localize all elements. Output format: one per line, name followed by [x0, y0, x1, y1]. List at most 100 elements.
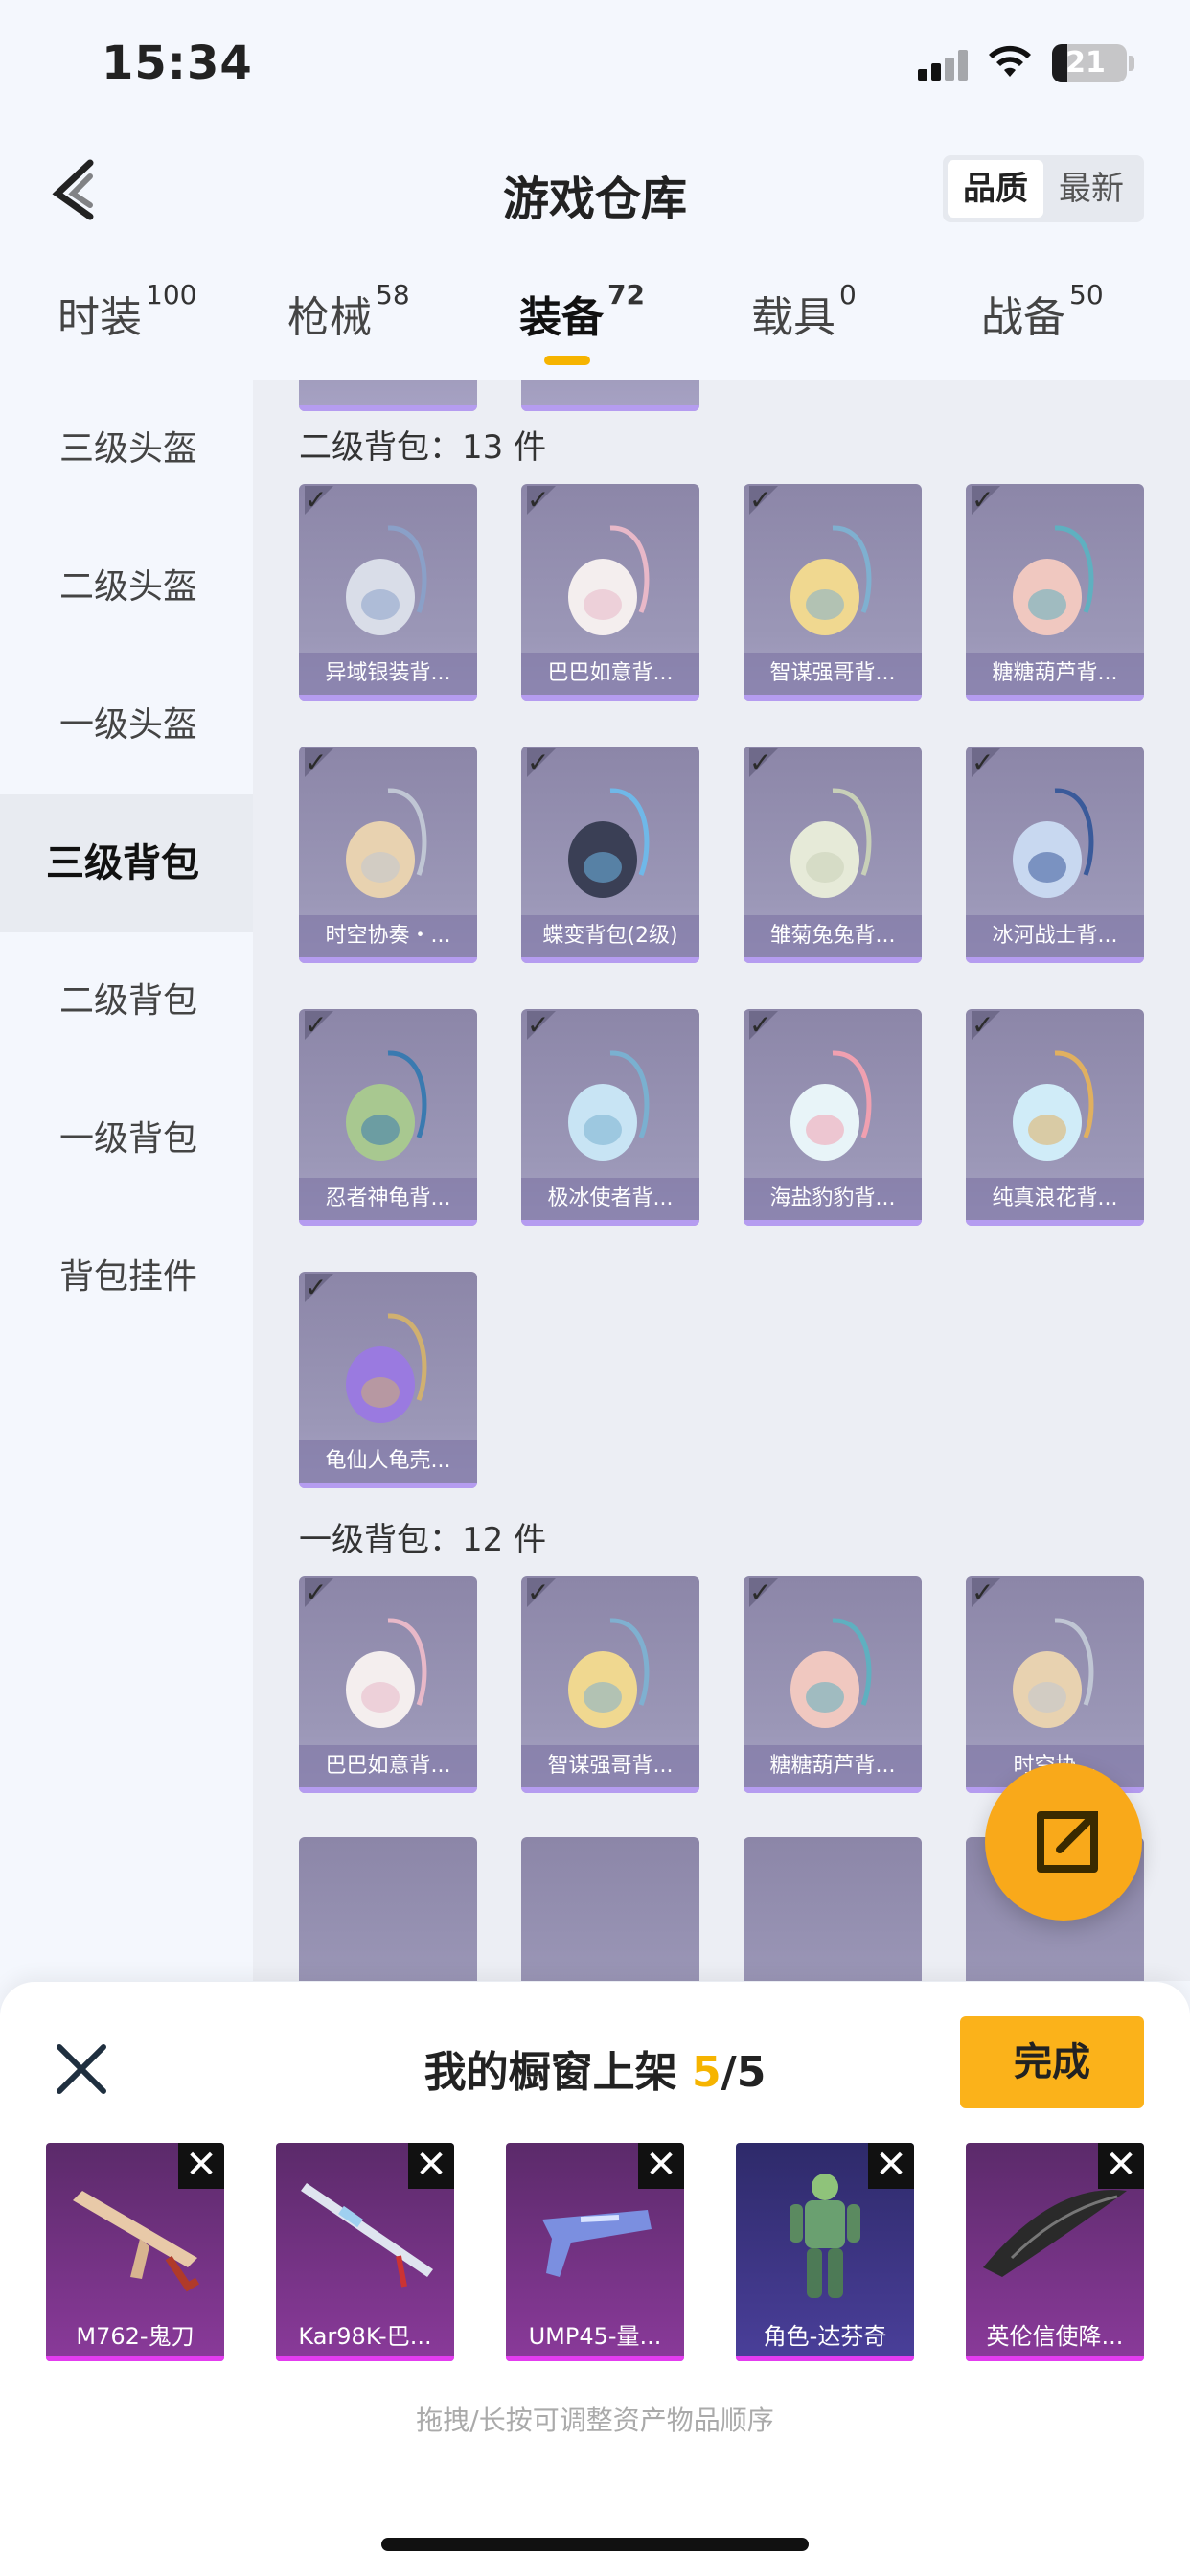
checkmark-icon: ✓	[527, 748, 556, 777]
tab-count: 100	[146, 279, 197, 310]
sort-option-newest[interactable]: 最新	[1043, 160, 1139, 218]
checkmark-icon: ✓	[527, 1011, 556, 1040]
item-card[interactable]: ✓ 巴巴如意背...	[299, 1576, 477, 1793]
item-card[interactable]: ✓ 时空协奏・...	[299, 747, 477, 963]
showcase-item-label: 英伦信使降...	[966, 2313, 1144, 2361]
checkmark-icon: ✓	[972, 748, 1000, 777]
backpack-icon	[346, 1618, 427, 1728]
share-icon	[1037, 1811, 1098, 1873]
item-name: 糖糖葫芦背...	[744, 1745, 922, 1787]
checkmark-icon: ✓	[527, 486, 556, 515]
item-card[interactable]: ✓ 雏菊兔兔背...	[744, 747, 922, 963]
item-card[interactable]: ✓ 龟仙人龟壳...	[299, 1272, 477, 1488]
item-card[interactable]: ✓ 异域银装背...	[299, 484, 477, 701]
showcase-item-label: M762-鬼刀	[46, 2313, 224, 2361]
remove-icon[interactable]: ✕	[178, 2143, 224, 2189]
rarity-bar	[299, 1483, 477, 1488]
rarity-bar	[299, 405, 477, 411]
tab-fashion[interactable]: 时装 100	[57, 279, 196, 344]
backpack-icon	[568, 1050, 650, 1161]
item-card[interactable]: ✓ 极冰使者背...	[521, 1009, 699, 1226]
battery-level: 21	[1065, 46, 1106, 80]
share-button[interactable]	[985, 1763, 1142, 1920]
rarity-bar	[521, 695, 699, 701]
item-grid-area[interactable]: 二级背包：13 件 ✓ 异域银装背... ✓ 巴巴如意背... ✓ 智谋强哥背... ✓ 糖糖…	[253, 380, 1190, 1981]
tab-count: 72	[607, 279, 645, 310]
item-card[interactable]: ✓时空协...	[966, 1576, 1144, 1793]
checkmark-icon: ✓	[305, 748, 333, 777]
item-card[interactable]: ✓ 糖糖葫芦背...	[744, 1576, 922, 1793]
showcase-item[interactable]: ✕ M762-鬼刀	[46, 2143, 224, 2361]
rarity-bar	[744, 957, 922, 963]
tab-supplies[interactable]: 战备 50	[981, 279, 1104, 344]
sidebar-item-backpack-1[interactable]: 一级背包	[0, 1070, 253, 1208]
item-card[interactable]: ✓ 智谋强哥背...	[521, 1576, 699, 1793]
rarity-bar	[299, 957, 477, 963]
tab-label: 时装	[57, 293, 142, 342]
tab-vehicles[interactable]: 载具 0	[751, 279, 857, 344]
checkmark-icon: ✓	[749, 748, 778, 777]
remove-icon[interactable]: ✕	[638, 2143, 684, 2189]
sidebar-item-backpack-2[interactable]: 二级背包	[0, 932, 253, 1070]
done-button[interactable]: 完成	[960, 2016, 1144, 2108]
item-card[interactable]	[299, 1837, 477, 1981]
item-card[interactable]	[521, 1837, 699, 1981]
item-name: 冰河战士背...	[966, 915, 1144, 957]
item-card[interactable]: ✓ 纯真浪花背...	[966, 1009, 1144, 1226]
sidebar-item-helmet-2[interactable]: 二级头盔	[0, 518, 253, 656]
backpack-icon	[568, 788, 650, 898]
remove-icon[interactable]: ✕	[868, 2143, 914, 2189]
item-card[interactable]: ✓ 巴巴如意背...	[521, 484, 699, 701]
item-name: 海盐豹豹背...	[744, 1178, 922, 1220]
showcase-count: 5	[692, 2048, 721, 2097]
sidebar-item-backpack-charm[interactable]: 背包挂件	[0, 1208, 253, 1346]
checkmark-icon: ✓	[305, 1011, 333, 1040]
tab-equipment[interactable]: 装备 72	[519, 279, 645, 344]
rarity-bar	[744, 1787, 922, 1793]
sidebar-item-helmet-1[interactable]: 一级头盔	[0, 656, 253, 794]
section-title-backpack-1: 一级背包：12 件	[299, 1521, 547, 1559]
navigation-header: 游戏仓库 品质 最新	[0, 144, 1190, 240]
rarity-bar	[966, 957, 1144, 963]
checkmark-icon: ✓	[972, 486, 1000, 515]
item-card[interactable]	[744, 1837, 922, 1981]
tab-weapons[interactable]: 枪械 58	[287, 279, 410, 344]
subcategory-sidebar: 三级头盔 二级头盔 一级头盔 三级背包 二级背包 一级背包 背包挂件	[0, 380, 253, 1981]
item-name: 龟仙人龟壳...	[299, 1440, 477, 1483]
item-card[interactable]: ✓ 忍者神龟背...	[299, 1009, 477, 1226]
item-card[interactable]: ✓ 冰河战士背...	[966, 747, 1144, 963]
tab-count: 0	[839, 279, 857, 310]
showcase-item[interactable]: ✕ Kar98K-巴...	[276, 2143, 454, 2361]
showcase-item[interactable]: ✕ UMP45-量...	[506, 2143, 684, 2361]
rarity-bar	[744, 1220, 922, 1226]
item-name: 巴巴如意背...	[299, 1745, 477, 1787]
remove-icon[interactable]: ✕	[1098, 2143, 1144, 2189]
showcase-item[interactable]: ✕ 英伦信使降...	[966, 2143, 1144, 2361]
backpack-icon	[568, 525, 650, 635]
showcase-total: /5	[721, 2048, 767, 2097]
item-card[interactable]	[521, 380, 699, 411]
item-name: 忍者神龟背...	[299, 1178, 477, 1220]
checkmark-icon: ✓	[972, 1578, 1000, 1607]
item-card[interactable]: ✓ 蝶变背包(2级)	[521, 747, 699, 963]
backpack-icon	[346, 1050, 427, 1161]
sidebar-item-helmet-3[interactable]: 三级头盔	[0, 380, 253, 518]
item-card[interactable]: ✓ 海盐豹豹背...	[744, 1009, 922, 1226]
section-title-backpack-2: 二级背包：13 件	[299, 428, 547, 467]
item-card[interactable]: ✓ 智谋强哥背...	[744, 484, 922, 701]
wifi-icon	[989, 45, 1031, 77]
backpack-icon	[346, 1313, 427, 1423]
item-card[interactable]	[299, 380, 477, 411]
backpack-icon	[790, 1618, 872, 1728]
sidebar-item-backpack-3[interactable]: 三级背包	[0, 794, 253, 932]
item-card[interactable]: ✓ 糖糖葫芦背...	[966, 484, 1144, 701]
item-name: 极冰使者背...	[521, 1178, 699, 1220]
backpack-icon	[1013, 788, 1094, 898]
showcase-item-label: 角色-达芬奇	[736, 2313, 914, 2361]
showcase-item[interactable]: ✕ 角色-达芬奇	[736, 2143, 914, 2361]
showcase-sheet: 我的橱窗上架 5/5 完成 ✕ M762-鬼刀 ✕ Kar98K-巴... ✕ …	[0, 1982, 1190, 2576]
backpack-icon	[1013, 1618, 1094, 1728]
remove-icon[interactable]: ✕	[408, 2143, 454, 2189]
checkmark-icon: ✓	[749, 1011, 778, 1040]
sort-option-quality[interactable]: 品质	[948, 160, 1043, 218]
